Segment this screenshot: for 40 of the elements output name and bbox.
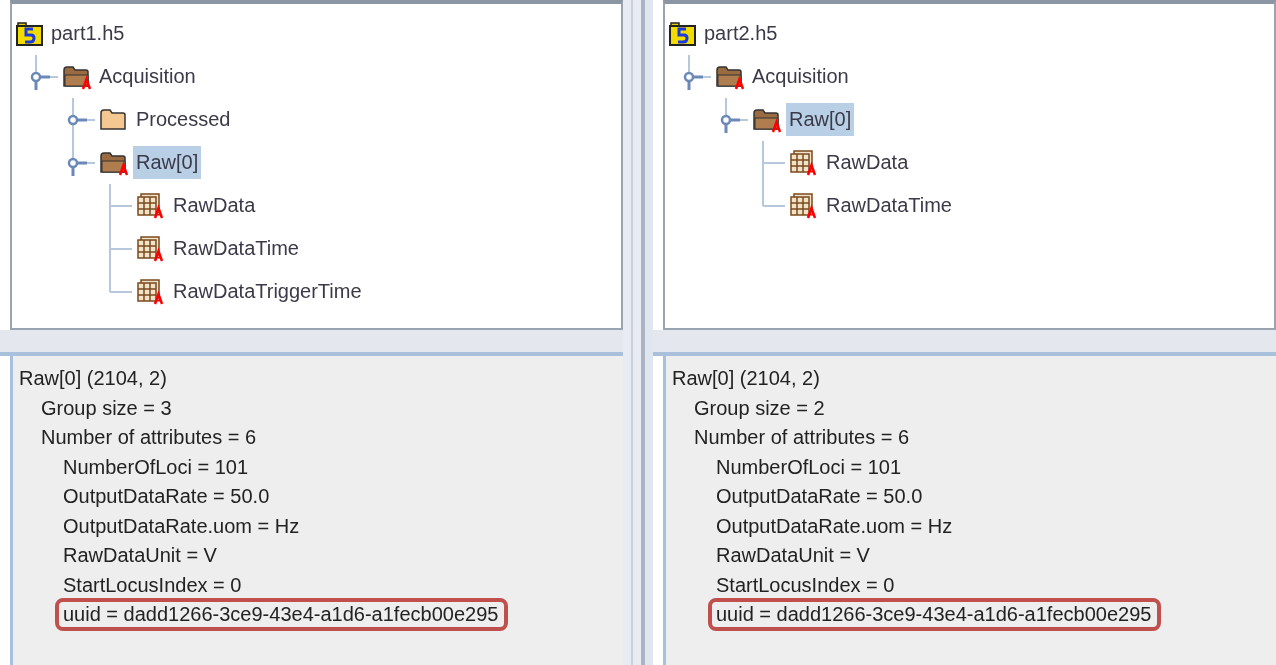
file-icon bbox=[669, 20, 697, 47]
dataset-icon bbox=[789, 149, 819, 176]
tree-node[interactable]: Raw[0] bbox=[786, 103, 855, 136]
info-line: Raw[0] (2104, 2) bbox=[18, 366, 168, 392]
tree-node[interactable]: part1.h5 bbox=[48, 17, 128, 50]
folder-icon bbox=[99, 149, 129, 176]
tree-node[interactable]: RawData bbox=[823, 146, 912, 179]
tree-node[interactable]: Processed bbox=[133, 103, 234, 136]
tree-node[interactable]: RawDataTime bbox=[823, 189, 955, 222]
info-line: OutputDataRate = 50.0 bbox=[715, 484, 924, 510]
info-line: NumberOfLoci = 101 bbox=[62, 454, 250, 480]
tree-node[interactable]: RawDataTriggerTime bbox=[170, 275, 365, 308]
info-line: OutputDataRate = 50.0 bbox=[62, 484, 271, 510]
info-line: Raw[0] (2104, 2) bbox=[671, 366, 821, 392]
dataset-icon bbox=[136, 235, 166, 262]
tree-node[interactable]: part2.h5 bbox=[701, 17, 781, 50]
info-line: StartLocusIndex = 0 bbox=[62, 572, 243, 598]
dataset-icon bbox=[136, 278, 166, 305]
info-line: RawDataUnit = V bbox=[62, 543, 218, 569]
info-line: Group size = 2 bbox=[693, 395, 826, 421]
info-line: OutputDataRate.uom = Hz bbox=[715, 513, 954, 539]
folder-icon bbox=[752, 106, 782, 133]
tree-node[interactable]: RawData bbox=[170, 189, 259, 222]
info-line: Number of attributes = 6 bbox=[693, 425, 911, 451]
info-line: Group size = 3 bbox=[40, 395, 173, 421]
tree-node[interactable]: Acquisition bbox=[96, 60, 199, 93]
tree-node[interactable]: Acquisition bbox=[749, 60, 852, 93]
info-line: NumberOfLoci = 101 bbox=[715, 454, 903, 480]
tree-node[interactable]: RawDataTime bbox=[170, 232, 302, 265]
dataset-icon bbox=[789, 192, 819, 219]
file-icon bbox=[16, 20, 44, 47]
folder-icon bbox=[62, 63, 92, 90]
folder-icon bbox=[715, 63, 745, 90]
info-line: StartLocusIndex = 0 bbox=[715, 572, 896, 598]
dataset-icon bbox=[136, 192, 166, 219]
folder-icon bbox=[99, 106, 129, 133]
tree-node[interactable]: Raw[0] bbox=[133, 146, 202, 179]
info-line: RawDataUnit = V bbox=[715, 543, 871, 569]
info-line: OutputDataRate.uom = Hz bbox=[62, 513, 301, 539]
info-line: Number of attributes = 6 bbox=[40, 425, 258, 451]
